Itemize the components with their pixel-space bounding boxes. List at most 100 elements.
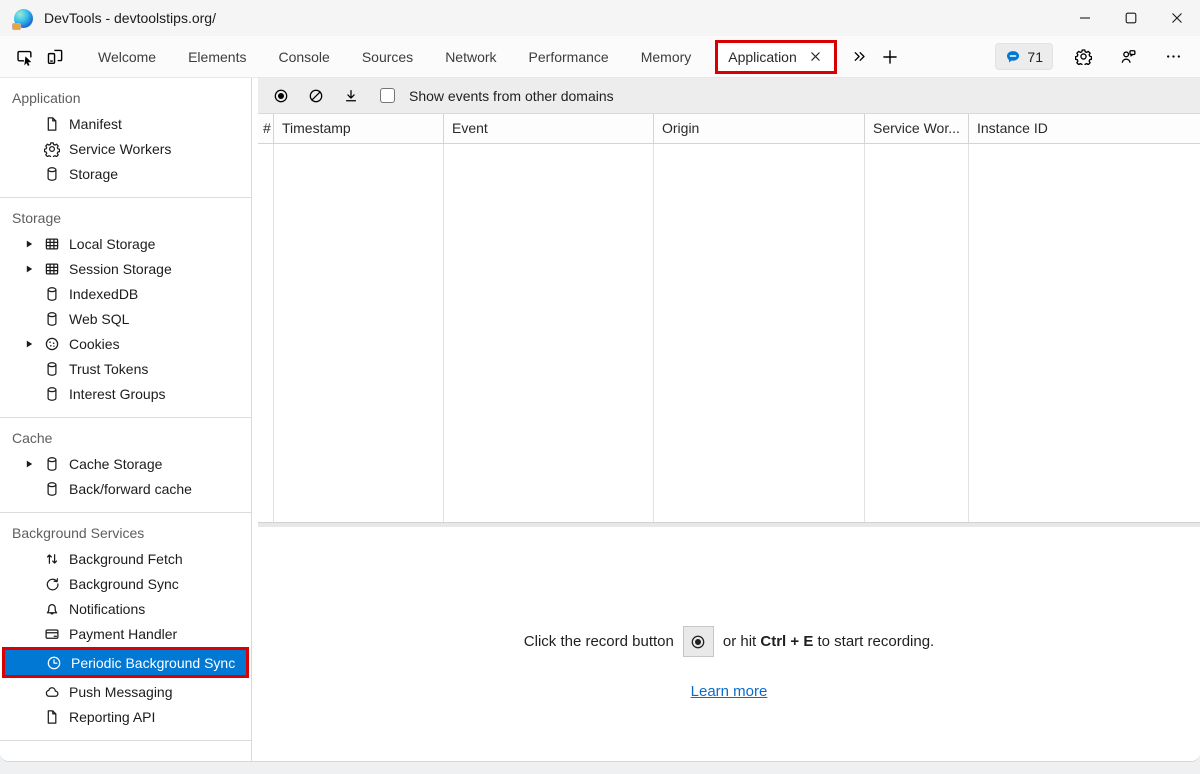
- tab-label: Memory: [640, 48, 692, 65]
- tab-sources[interactable]: Sources: [346, 36, 429, 78]
- sidebar-item-cache-storage[interactable]: Cache Storage: [0, 451, 251, 476]
- save-events-button[interactable]: [337, 82, 365, 110]
- section-title: Background Services: [12, 525, 145, 541]
- copilot-chat-button[interactable]: 71: [995, 43, 1053, 70]
- sidebar-item-label: Payment Handler: [69, 625, 178, 642]
- column-header-instance-id[interactable]: Instance ID: [969, 114, 1200, 143]
- sidebar-item-label: Storage: [69, 165, 119, 182]
- tab-memory[interactable]: Memory: [625, 36, 708, 78]
- device-emulation-button[interactable]: [40, 42, 70, 72]
- tab-label: Console: [278, 48, 330, 65]
- column-header-service-wor[interactable]: Service Wor...: [865, 114, 969, 143]
- column-header-origin[interactable]: Origin: [654, 114, 865, 143]
- settings-button[interactable]: [1068, 42, 1098, 72]
- column-body-service-wor: [865, 144, 969, 522]
- tab-elements[interactable]: Elements: [172, 36, 262, 78]
- sidebar-item-label: Push Messaging: [69, 683, 173, 700]
- column-body-instance-id: [969, 144, 1200, 522]
- sidebar-item-label: Background Fetch: [69, 550, 183, 567]
- tab-performance[interactable]: Performance: [513, 36, 625, 78]
- learn-more-link[interactable]: Learn more: [691, 683, 768, 700]
- devtools-app: DevTools - devtoolstips.org/ Welcome Elem…: [0, 0, 1200, 762]
- empty-state-message: Click the record button or hit Ctrl + E …: [258, 626, 1200, 657]
- column-body-origin: [654, 144, 865, 522]
- tab-label: Network: [445, 48, 497, 65]
- sidebar-item-cookies[interactable]: Cookies: [0, 331, 251, 356]
- sidebar-item-push-messaging[interactable]: Push Messaging: [0, 679, 251, 704]
- record-button-inline[interactable]: [682, 626, 714, 657]
- add-tab-button[interactable]: [875, 42, 905, 72]
- edge-logo-icon: [12, 8, 33, 30]
- sidebar-item-label: Local Storage: [69, 235, 156, 252]
- sidebar-item-label: Cache Storage: [69, 455, 163, 472]
- expand-triangle-icon[interactable]: [24, 264, 44, 274]
- arrows-up-down-icon: [44, 551, 60, 567]
- expand-triangle-icon[interactable]: [24, 339, 44, 349]
- sidebar-item-storage[interactable]: Storage: [0, 161, 251, 186]
- sidebar-item-trust-tokens[interactable]: Trust Tokens: [0, 356, 251, 381]
- close-tab-button[interactable]: [808, 49, 824, 65]
- tab-network[interactable]: Network: [429, 36, 512, 78]
- column-header-[interactable]: #: [258, 114, 274, 143]
- window-controls: [1062, 0, 1200, 36]
- application-sidebar: Application Manifest Service Workers Storag…: [0, 78, 252, 761]
- sidebar-item-interest-groups[interactable]: Interest Groups: [0, 381, 251, 406]
- sidebar-item-local-storage[interactable]: Local Storage: [0, 231, 251, 256]
- feedback-button[interactable]: [1113, 42, 1143, 72]
- more-tabs-button[interactable]: [845, 42, 875, 72]
- sidebar-item-label: Trust Tokens: [69, 360, 149, 377]
- minimize-button[interactable]: [1062, 0, 1108, 36]
- sidebar-item-indexeddb[interactable]: IndexedDB: [0, 281, 251, 306]
- sidebar-item-label: Reporting API: [69, 708, 156, 725]
- devtools-window: DevTools - devtoolstips.org/ Welcome Elem…: [0, 0, 1200, 774]
- download-icon: [343, 88, 359, 104]
- sidebar-item-web-sql[interactable]: Web SQL: [0, 306, 251, 331]
- show-events-checkbox-label: Show events from other domains: [409, 87, 614, 104]
- column-header-timestamp[interactable]: Timestamp: [274, 114, 444, 143]
- events-table-body: [258, 144, 1200, 522]
- sidebar-item-back-forward-cache[interactable]: Back/forward cache: [0, 476, 251, 501]
- sidebar-item-payment-handler[interactable]: Payment Handler: [0, 621, 251, 646]
- database-icon: [44, 456, 60, 472]
- close-button[interactable]: [1154, 0, 1200, 36]
- sidebar-item-label: IndexedDB: [69, 285, 139, 302]
- database-icon: [44, 286, 60, 302]
- sidebar-item-notifications[interactable]: Notifications: [0, 596, 251, 621]
- sidebar-item-background-sync[interactable]: Background Sync: [0, 571, 251, 596]
- section-title: Cache: [12, 430, 53, 446]
- close-icon: [1171, 12, 1183, 24]
- tab-label: Performance: [528, 48, 609, 65]
- tab-label: Application: [728, 48, 797, 65]
- sidebar-item-label: Manifest: [69, 115, 122, 132]
- record-button[interactable]: [267, 82, 295, 110]
- column-body-timestamp: [274, 144, 444, 522]
- maximize-button[interactable]: [1108, 0, 1154, 36]
- payment-card-icon: [44, 626, 60, 642]
- sidebar-item-service-workers[interactable]: Service Workers: [0, 136, 251, 161]
- record-icon: [273, 88, 289, 104]
- database-icon: [44, 311, 60, 327]
- show-events-checkbox[interactable]: [380, 88, 395, 103]
- sidebar-item-session-storage[interactable]: Session Storage: [0, 256, 251, 281]
- tab-label: Sources: [361, 48, 414, 65]
- window-title: DevTools - devtoolstips.org/: [44, 10, 216, 26]
- tabbar-right-controls: 71: [995, 42, 1188, 72]
- tab-welcome[interactable]: Welcome: [82, 36, 172, 78]
- sidebar-item-periodic-background-sync[interactable]: Periodic Background Sync: [2, 647, 249, 678]
- more-options-button[interactable]: [1158, 42, 1188, 72]
- document-icon: [44, 116, 60, 132]
- clear-button[interactable]: [302, 82, 330, 110]
- column-body-: [258, 144, 274, 522]
- column-header-event[interactable]: Event: [444, 114, 654, 143]
- sidebar-item-background-fetch[interactable]: Background Fetch: [0, 546, 251, 571]
- tab-console[interactable]: Console: [262, 36, 345, 78]
- more-options-icon: [1165, 48, 1182, 65]
- sidebar-item-manifest[interactable]: Manifest: [0, 111, 251, 136]
- expand-triangle-icon[interactable]: [24, 459, 44, 469]
- chat-badge-count: 71: [1027, 48, 1043, 65]
- inspect-element-button[interactable]: [10, 42, 40, 72]
- expand-triangle-icon[interactable]: [24, 239, 44, 249]
- tab-application[interactable]: Application: [715, 39, 837, 74]
- sidebar-item-reporting-api[interactable]: Reporting API: [0, 704, 251, 729]
- device-emulation-icon: [46, 48, 64, 66]
